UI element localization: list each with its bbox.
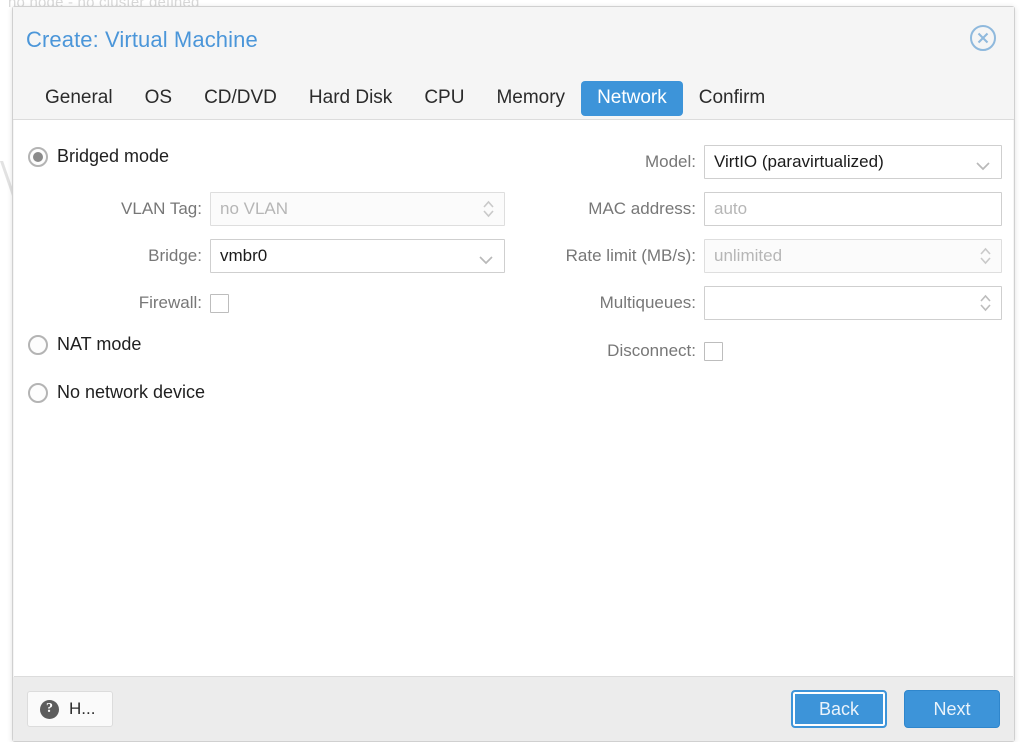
disconnect-checkbox[interactable] xyxy=(704,341,723,361)
radio-no-network-device[interactable]: No network device xyxy=(28,382,205,403)
radio-bridged-mode[interactable]: Bridged mode xyxy=(28,146,169,167)
disconnect-label: Disconnect: xyxy=(607,341,696,360)
radio-nat-label: NAT mode xyxy=(57,334,142,354)
model-select[interactable]: VirtIO (paravirtualized) xyxy=(704,145,1002,179)
radio-no-network-indicator xyxy=(28,382,48,403)
vlan-tag-spinner-icon[interactable] xyxy=(482,199,495,219)
radio-bridged-label: Bridged mode xyxy=(57,146,170,166)
create-vm-dialog: Create: Virtual Machine General OS CD/DV… xyxy=(12,6,1015,742)
next-button[interactable]: Next xyxy=(904,690,1000,728)
rate-limit-input[interactable]: unlimited xyxy=(704,239,1002,273)
dialog-title: Create: Virtual Machine xyxy=(26,27,258,52)
wizard-tabs: General OS CD/DVD Hard Disk CPU Memory N… xyxy=(29,81,781,116)
help-button-label: H... xyxy=(69,699,96,718)
chevron-down-icon[interactable] xyxy=(479,252,493,265)
bridge-row: Bridge: vmbr0 xyxy=(14,239,505,273)
tab-os[interactable]: OS xyxy=(129,81,188,116)
rate-limit-label: Rate limit (MB/s): xyxy=(565,246,696,265)
multiqueues-spinner-icon[interactable] xyxy=(979,293,992,313)
mac-address-row: MAC address: auto xyxy=(526,192,1002,226)
help-button[interactable]: ? H... xyxy=(27,691,113,727)
firewall-label: Firewall: xyxy=(138,293,202,312)
vlan-tag-placeholder: no VLAN xyxy=(220,199,289,218)
radio-nat-mode[interactable]: NAT mode xyxy=(28,334,141,355)
question-mark-icon: ? xyxy=(40,699,59,719)
back-button[interactable]: Back xyxy=(791,690,887,728)
bridge-label: Bridge: xyxy=(148,246,202,265)
radio-bridged-indicator xyxy=(28,146,48,167)
model-row: Model: VirtIO (paravirtualized) xyxy=(526,145,1002,179)
tab-hard-disk[interactable]: Hard Disk xyxy=(293,81,408,116)
vlan-tag-row: VLAN Tag: no VLAN xyxy=(14,192,505,226)
tab-cd-dvd[interactable]: CD/DVD xyxy=(188,81,293,116)
rate-limit-placeholder: unlimited xyxy=(714,246,783,265)
tab-network[interactable]: Network xyxy=(581,81,683,116)
bridge-value: vmbr0 xyxy=(220,246,268,265)
vlan-tag-input[interactable]: no VLAN xyxy=(210,192,505,226)
rate-limit-row: Rate limit (MB/s): unlimited xyxy=(526,239,1002,273)
dialog-header: Create: Virtual Machine General OS CD/DV… xyxy=(13,7,1014,120)
tab-memory[interactable]: Memory xyxy=(480,81,581,116)
firewall-row: Firewall: xyxy=(14,286,229,320)
tab-general[interactable]: General xyxy=(29,81,129,116)
mac-address-label: MAC address: xyxy=(588,199,696,218)
dialog-body: Bridged mode VLAN Tag: no VLAN Bridge: v… xyxy=(14,120,1013,677)
tab-confirm[interactable]: Confirm xyxy=(683,81,782,116)
close-icon[interactable] xyxy=(968,23,998,53)
vlan-tag-label: VLAN Tag: xyxy=(121,199,202,218)
rate-limit-spinner-icon[interactable] xyxy=(979,246,992,266)
multiqueues-input[interactable] xyxy=(704,286,1002,320)
multiqueues-row: Multiqueues: xyxy=(526,286,1002,320)
model-label: Model: xyxy=(644,152,696,171)
radio-no-network-label: No network device xyxy=(57,382,206,402)
mac-address-placeholder: auto xyxy=(714,199,748,218)
chevron-down-icon[interactable] xyxy=(976,158,990,171)
tab-cpu[interactable]: CPU xyxy=(408,81,480,116)
mac-address-input[interactable]: auto xyxy=(704,192,1002,226)
bridge-select[interactable]: vmbr0 xyxy=(210,239,505,273)
firewall-checkbox[interactable] xyxy=(210,293,229,313)
radio-nat-indicator xyxy=(28,334,48,355)
multiqueues-label: Multiqueues: xyxy=(599,293,696,312)
model-value: VirtIO (paravirtualized) xyxy=(714,152,884,171)
dialog-footer: ? H... Back Next xyxy=(13,677,1014,741)
disconnect-row: Disconnect: xyxy=(526,334,723,368)
